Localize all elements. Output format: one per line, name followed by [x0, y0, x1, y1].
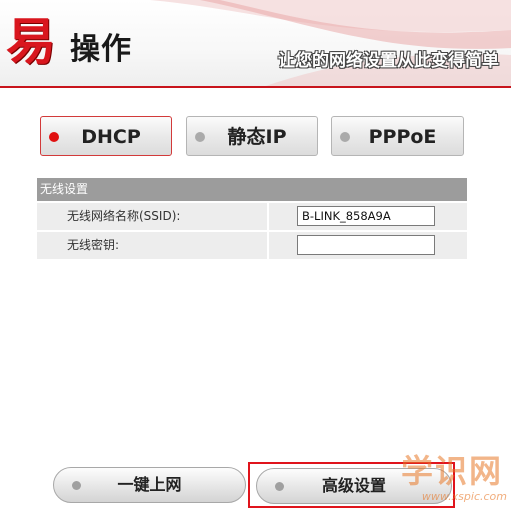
wireless-section-header: 无线设置 — [37, 178, 467, 201]
ssid-value-cell — [269, 203, 467, 230]
wireless-key-input[interactable] — [297, 235, 435, 255]
one-click-connect-button[interactable]: 一键上网 — [53, 467, 246, 503]
mode-button-pppoe[interactable]: PPPoE — [331, 116, 464, 156]
wireless-key-label: 无线密钥: — [67, 238, 120, 252]
mode-label-dhcp: DHCP — [81, 126, 141, 148]
header-divider — [0, 86, 511, 88]
ssid-label: 无线网络名称(SSID): — [67, 209, 181, 223]
logo-char: 易 — [6, 12, 56, 71]
mode-label-static-ip: 静态IP — [227, 126, 287, 148]
ssid-row: 无线网络名称(SSID): — [37, 203, 467, 231]
mode-label-pppoe: PPPoE — [368, 126, 437, 148]
header-banner: 易 操作 让您的网络设置从此变得简单 — [0, 0, 511, 88]
header-slogan: 让您的网络设置从此变得简单 — [278, 51, 499, 71]
key-value-cell — [269, 232, 467, 259]
wireless-section-title: 无线设置 — [40, 182, 89, 196]
advanced-settings-button[interactable]: 高级设置 — [256, 468, 452, 504]
advanced-settings-label: 高级设置 — [321, 476, 386, 495]
ssid-input[interactable] — [297, 206, 435, 226]
logo-text: 操作 — [70, 32, 132, 67]
one-click-connect-label: 一键上网 — [117, 475, 182, 494]
ssid-label-cell: 无线网络名称(SSID): — [37, 203, 267, 230]
mode-button-static-ip[interactable]: 静态IP — [186, 116, 318, 156]
wireless-key-row: 无线密钥: — [37, 232, 467, 260]
key-label-cell: 无线密钥: — [37, 232, 267, 259]
mode-button-dhcp[interactable]: DHCP — [40, 116, 172, 156]
